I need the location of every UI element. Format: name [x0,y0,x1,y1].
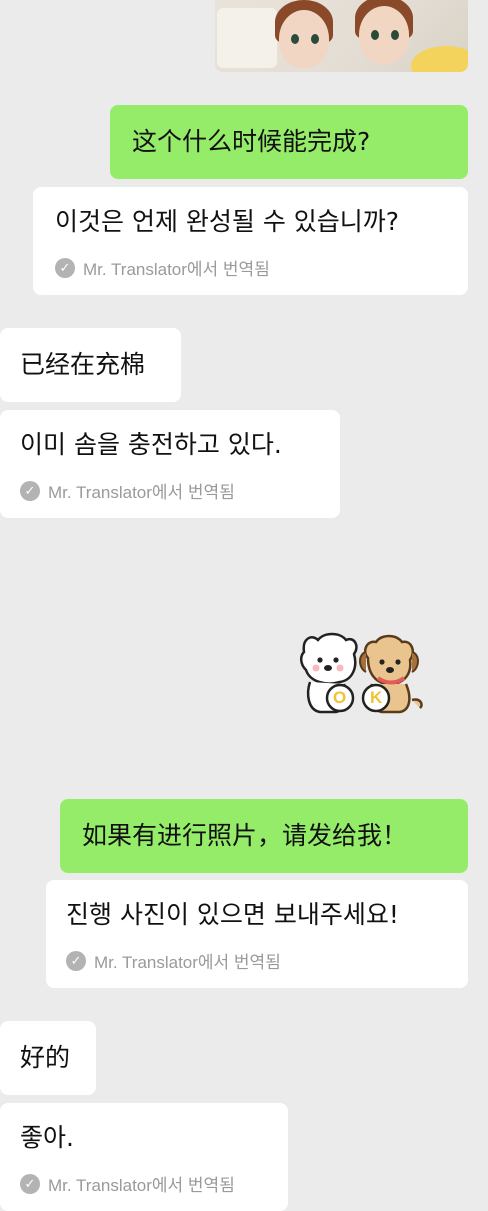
received-message-bubble[interactable]: 好的 [0,1021,96,1095]
received-message-bubble[interactable]: 已经在充棉 [0,328,181,402]
photo-doll-eye [311,34,319,44]
photo-doll-face [279,10,329,68]
translation-note: ✓ Mr. Translator에서 번역됨 [66,948,468,973]
photo-lemon [411,46,468,72]
translation-note: ✓ Mr. Translator에서 번역됨 [20,1171,288,1196]
message-text: 如果有进行照片，请发给我！ [82,821,408,850]
sent-message-bubble[interactable]: 如果有进行照片，请发给我！ [60,799,468,873]
shared-photo-thumbnail[interactable] [215,0,468,72]
sticker-ok-letter-o: O [333,688,347,707]
translation-note-text: Mr. Translator에서 번역됨 [94,953,281,972]
translated-text: 이미 솜을 충전하고 있다. [20,430,282,459]
translation-bubble[interactable]: 이미 솜을 충전하고 있다. ✓ Mr. Translator에서 번역됨 [0,410,340,518]
translation-note: ✓ Mr. Translator에서 번역됨 [20,478,340,503]
translation-note: ✓ Mr. Translator에서 번역됨 [55,255,468,280]
translation-note-text: Mr. Translator에서 번역됨 [48,1176,235,1195]
check-circle-icon: ✓ [55,257,75,278]
check-circle-icon: ✓ [20,1173,40,1194]
message-text: 好的 [20,1043,71,1072]
translation-bubble[interactable]: 좋아. ✓ Mr. Translator에서 번역됨 [0,1103,288,1211]
sticker-ok-letter-k: K [370,688,383,707]
translation-note-text: Mr. Translator에서 번역됨 [48,483,235,502]
check-circle-icon: ✓ [66,950,86,971]
dogs-ok-sticker[interactable]: O K [296,628,428,720]
photo-doll-eye [391,30,399,40]
message-text: 已经在充棉 [20,350,146,379]
two-dogs-ok-sticker-icon [300,632,423,714]
translation-bubble[interactable]: 진행 사진이 있으면 보내주세요! ✓ Mr. Translator에서 번역됨 [46,880,468,988]
check-circle-icon: ✓ [20,480,40,501]
translated-text: 이것은 언제 완성될 수 있습니까? [55,207,400,236]
photo-doll-eye [371,30,379,40]
translation-bubble[interactable]: 이것은 언제 완성될 수 있습니까? ✓ Mr. Translator에서 번역… [33,187,468,295]
sent-message-bubble[interactable]: 这个什么时候能完成? [110,105,468,179]
photo-doll-face [359,6,409,64]
translation-note-text: Mr. Translator에서 번역됨 [83,260,270,279]
message-text: 这个什么时候能完成? [132,127,371,156]
photo-paper-sheet [217,8,277,68]
translated-text: 좋아. [20,1123,74,1152]
translated-text: 진행 사진이 있으면 보내주세요! [66,900,399,929]
photo-doll-eye [291,34,299,44]
